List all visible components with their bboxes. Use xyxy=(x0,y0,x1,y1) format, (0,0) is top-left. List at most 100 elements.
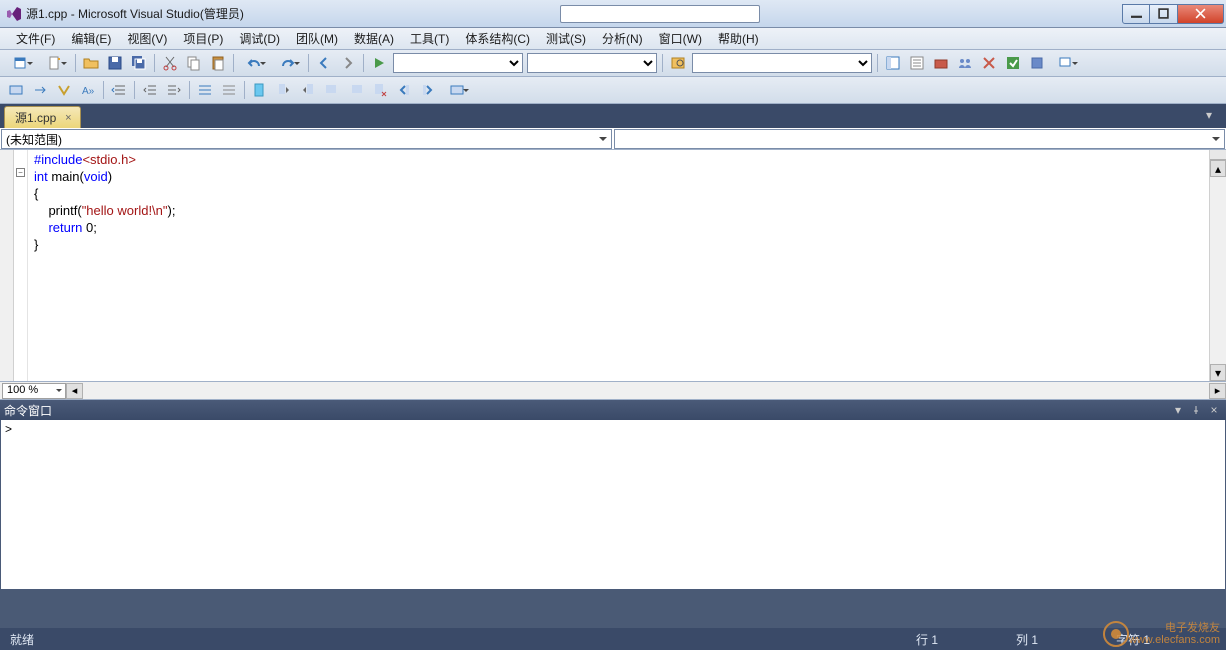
bookmark-prev-folder-button[interactable] xyxy=(321,79,343,101)
indent-right-button[interactable] xyxy=(163,79,185,101)
outline-gutter[interactable]: − xyxy=(14,150,28,381)
comment-button[interactable] xyxy=(194,79,216,101)
tab-right-button[interactable] xyxy=(417,79,439,101)
scroll-up-icon[interactable]: ▴ xyxy=(1210,160,1226,177)
start-page-button[interactable] xyxy=(1002,52,1024,74)
tab-left-button[interactable] xyxy=(393,79,415,101)
save-button[interactable] xyxy=(104,52,126,74)
tab-close-icon[interactable]: × xyxy=(62,112,74,124)
redo-button[interactable] xyxy=(272,52,304,74)
command-window-caption[interactable]: 命令窗口 ▾ × xyxy=(0,400,1226,420)
display-param-button[interactable] xyxy=(29,79,51,101)
add-item-button[interactable] xyxy=(39,52,71,74)
editor-footer: 100 % ◂ ▸ xyxy=(0,382,1226,400)
menu-edit[interactable]: 编辑(E) xyxy=(63,28,119,49)
window-list-button[interactable] xyxy=(1050,52,1082,74)
settings-button[interactable] xyxy=(978,52,1000,74)
editor-vertical-scrollbar[interactable]: ▴ ▾ xyxy=(1209,150,1226,381)
uncomment-button[interactable] xyxy=(218,79,240,101)
watermark: 电子发烧友 www.elecfans.com xyxy=(1129,622,1220,646)
quick-launch-input[interactable] xyxy=(560,5,760,23)
team-explorer-button[interactable] xyxy=(954,52,976,74)
display-word-button[interactable]: A» xyxy=(77,79,99,101)
bookmark-toggle-button[interactable] xyxy=(249,79,271,101)
status-column: 列 1 xyxy=(1016,631,1116,648)
solution-config-combo[interactable] xyxy=(393,53,523,73)
status-ready: 就绪 xyxy=(10,631,34,648)
menu-file[interactable]: 文件(F) xyxy=(8,28,63,49)
solution-platform-combo[interactable] xyxy=(527,53,657,73)
watermark-logo-icon xyxy=(1102,620,1130,648)
copy-button[interactable] xyxy=(183,52,205,74)
display-object-button[interactable] xyxy=(5,79,27,101)
title-bar: 源1.cpp - Microsoft Visual Studio(管理员) xyxy=(0,0,1226,28)
toolbar-standard xyxy=(0,50,1226,77)
menu-project[interactable]: 项目(P) xyxy=(175,28,231,49)
save-all-button[interactable] xyxy=(128,52,150,74)
split-handle[interactable] xyxy=(1210,150,1226,160)
nav-back-button[interactable] xyxy=(313,52,335,74)
status-bar: 就绪 行 1 列 1 字符 1 xyxy=(0,628,1226,650)
menu-team[interactable]: 团队(M) xyxy=(288,28,346,49)
scroll-right-icon[interactable]: ▸ xyxy=(1209,383,1226,399)
menu-view[interactable]: 视图(V) xyxy=(119,28,175,49)
menu-bar: 文件(F) 编辑(E) 视图(V) 项目(P) 调试(D) 团队(M) 数据(A… xyxy=(0,28,1226,50)
display-quick-button[interactable] xyxy=(53,79,75,101)
window-position-icon[interactable]: ▾ xyxy=(1170,402,1186,418)
svg-text:A»: A» xyxy=(82,86,95,97)
find-in-files-button[interactable] xyxy=(667,52,689,74)
scope-combo-left[interactable]: (未知范围) xyxy=(1,129,612,149)
tab-overflow-button[interactable]: ▾ xyxy=(1206,108,1222,124)
menu-help[interactable]: 帮助(H) xyxy=(710,28,767,49)
menu-test[interactable]: 测试(S) xyxy=(538,28,594,49)
zoom-combo[interactable]: 100 % xyxy=(2,383,66,399)
command-window-title: 命令窗口 xyxy=(4,402,52,419)
tab-source1-cpp[interactable]: 源1.cpp × xyxy=(4,106,81,128)
code-editor[interactable]: − #include<stdio.h> int main(void) { pri… xyxy=(0,150,1226,382)
code-text[interactable]: #include<stdio.h> int main(void) { print… xyxy=(28,150,1209,381)
breakpoint-gutter[interactable] xyxy=(0,150,14,381)
scroll-down-icon[interactable]: ▾ xyxy=(1210,364,1226,381)
open-button[interactable] xyxy=(80,52,102,74)
window-title: 源1.cpp - Microsoft Visual Studio(管理员) xyxy=(26,5,244,22)
undo-button[interactable] xyxy=(238,52,270,74)
status-line: 行 1 xyxy=(916,631,1016,648)
scroll-left-icon[interactable]: ◂ xyxy=(66,383,83,399)
tab-label: 源1.cpp xyxy=(15,109,56,126)
menu-tools[interactable]: 工具(T) xyxy=(402,28,457,49)
bookmark-next-button[interactable] xyxy=(297,79,319,101)
start-debug-button[interactable] xyxy=(368,52,390,74)
scope-combo-right[interactable] xyxy=(614,129,1225,149)
bookmark-next-folder-button[interactable] xyxy=(345,79,367,101)
menu-debug[interactable]: 调试(D) xyxy=(231,28,288,49)
properties-button[interactable] xyxy=(906,52,928,74)
menu-analyze[interactable]: 分析(N) xyxy=(594,28,651,49)
nav-forward-button[interactable] xyxy=(337,52,359,74)
menu-data[interactable]: 数据(A) xyxy=(346,28,402,49)
toolbar-text-editor: A» xyxy=(0,77,1226,104)
cut-button[interactable] xyxy=(159,52,181,74)
close-button[interactable] xyxy=(1178,4,1224,24)
pin-icon[interactable] xyxy=(1188,402,1204,418)
minimize-button[interactable] xyxy=(1122,4,1150,24)
command-window-body[interactable]: > xyxy=(0,420,1226,590)
command-prompt: > xyxy=(5,422,12,436)
vs-logo-icon xyxy=(6,6,22,22)
paste-button[interactable] xyxy=(207,52,229,74)
menu-window[interactable]: 窗口(W) xyxy=(651,28,710,49)
maximize-button[interactable] xyxy=(1150,4,1178,24)
solution-explorer-button[interactable] xyxy=(882,52,904,74)
close-panel-icon[interactable]: × xyxy=(1206,402,1222,418)
new-project-button[interactable] xyxy=(5,52,37,74)
indent-left-button[interactable] xyxy=(139,79,161,101)
bookmark-prev-button[interactable] xyxy=(273,79,295,101)
decrease-indent-button[interactable] xyxy=(108,79,130,101)
toolbox-button[interactable] xyxy=(930,52,952,74)
highlight-button[interactable] xyxy=(441,79,473,101)
fold-toggle-icon[interactable]: − xyxy=(16,168,25,177)
menu-architecture[interactable]: 体系结构(C) xyxy=(457,28,538,49)
bookmark-clear-button[interactable] xyxy=(369,79,391,101)
find-combo[interactable] xyxy=(692,53,872,73)
extension-button[interactable] xyxy=(1026,52,1048,74)
window-controls xyxy=(1122,4,1224,24)
